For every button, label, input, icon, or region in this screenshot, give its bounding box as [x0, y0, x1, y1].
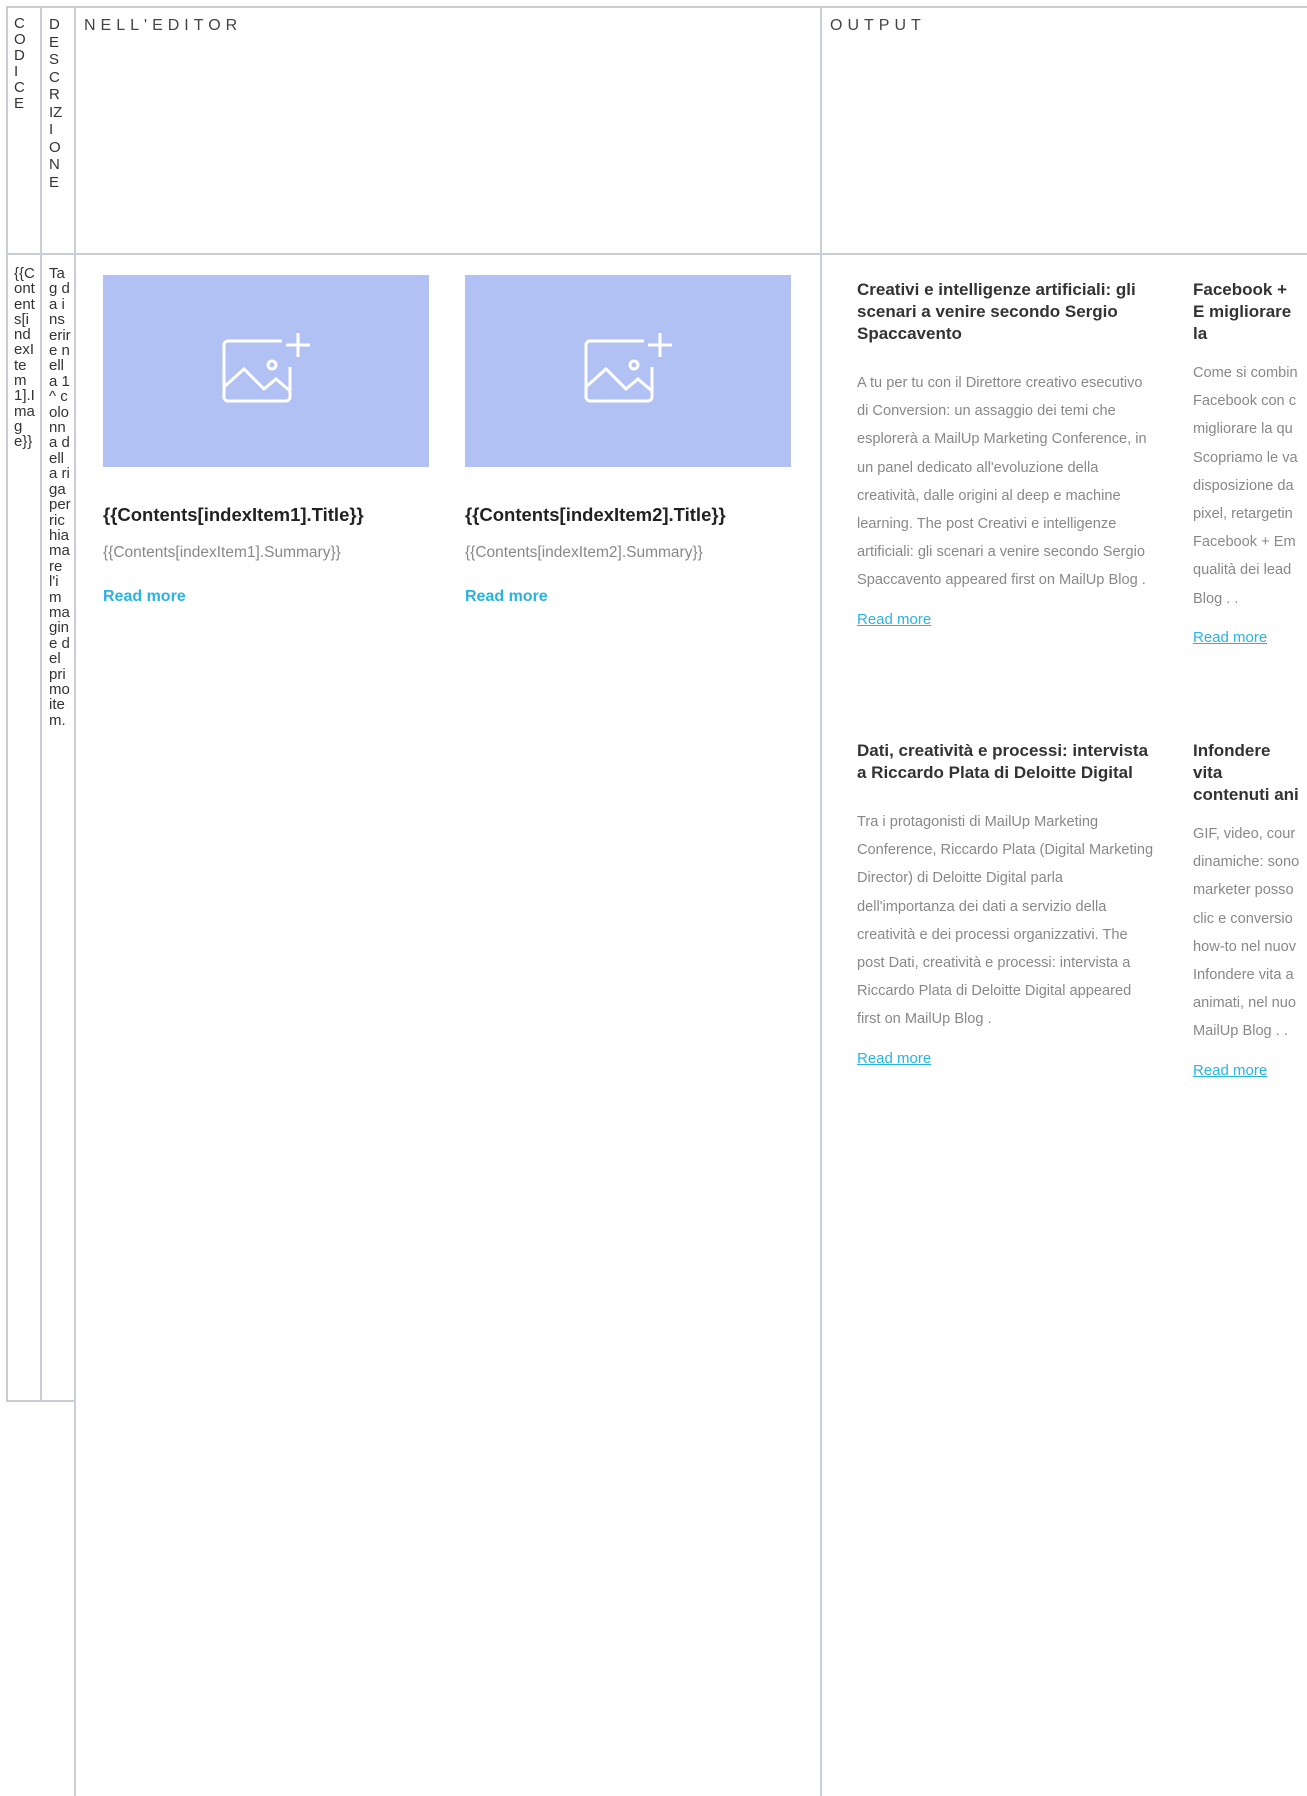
- output-article-read-more[interactable]: Read more: [857, 611, 931, 628]
- output-article-4: Infondere vita contenuti ani GIF, video,…: [1193, 740, 1307, 1100]
- editor-item2-summary: {{Contents[indexItem2].Summary}}: [465, 544, 703, 561]
- header-bottom-border: [6, 253, 1307, 255]
- output-article-title: Dati, creatività e processi: intervista …: [857, 741, 1149, 782]
- editor-item1-summary: {{Contents[indexItem1].Summary}}: [103, 544, 341, 561]
- add-image-icon: [584, 333, 672, 403]
- row-code: {{Contents[indexItem1].Image}}: [14, 265, 35, 451]
- left-border: [6, 6, 8, 1402]
- editor-item1-read-more[interactable]: Read more: [103, 588, 186, 606]
- output-article-title: Creativi e intelligenze artificiali: gli…: [857, 280, 1136, 343]
- header-editor: NELL'EDITOR: [84, 17, 243, 34]
- code-col-divider: [40, 6, 42, 1402]
- output-article-read-more[interactable]: Read more: [1193, 629, 1267, 646]
- table-top-border: [6, 6, 1307, 8]
- editor-item2-title: {{Contents[indexItem2].Title}}: [465, 504, 726, 525]
- editor-col-divider: [820, 6, 822, 1796]
- output-article-title: Infondere vita contenuti ani: [1193, 741, 1299, 804]
- output-article-body: Tra i protagonisti di MailUp Marketing C…: [857, 814, 1154, 1028]
- row-description: Tag da inserire nella 1^ colonna della r…: [49, 265, 71, 729]
- output-article-3: Dati, creatività e processi: intervista …: [857, 740, 1157, 1100]
- header-description: DESCRIZIONE: [49, 16, 63, 191]
- desc-col-divider: [74, 6, 76, 1796]
- output-article-title: Facebook + E migliorare la: [1193, 280, 1292, 343]
- add-image-icon: [222, 333, 310, 403]
- image-placeholder-1[interactable]: [103, 275, 429, 467]
- image-placeholder-2[interactable]: [465, 275, 791, 467]
- header-output: OUTPUT: [830, 17, 926, 34]
- editor-item1-title: {{Contents[indexItem1].Title}}: [103, 504, 364, 525]
- output-article-read-more[interactable]: Read more: [1193, 1062, 1267, 1079]
- output-article-body: Come si combin Facebook con c migliorare…: [1193, 365, 1298, 607]
- output-article-body: A tu per tu con il Direttore creativo es…: [857, 375, 1147, 589]
- header-code: CODICE: [14, 15, 26, 112]
- output-article-read-more[interactable]: Read more: [857, 1050, 931, 1067]
- output-article-2: Facebook + E migliorare la Come si combi…: [1193, 279, 1307, 659]
- editor-item2-read-more[interactable]: Read more: [465, 588, 548, 606]
- output-article-1: Creativi e intelligenze artificiali: gli…: [857, 279, 1157, 679]
- output-article-body: GIF, video, cour dinamiche: sono markete…: [1193, 826, 1300, 1040]
